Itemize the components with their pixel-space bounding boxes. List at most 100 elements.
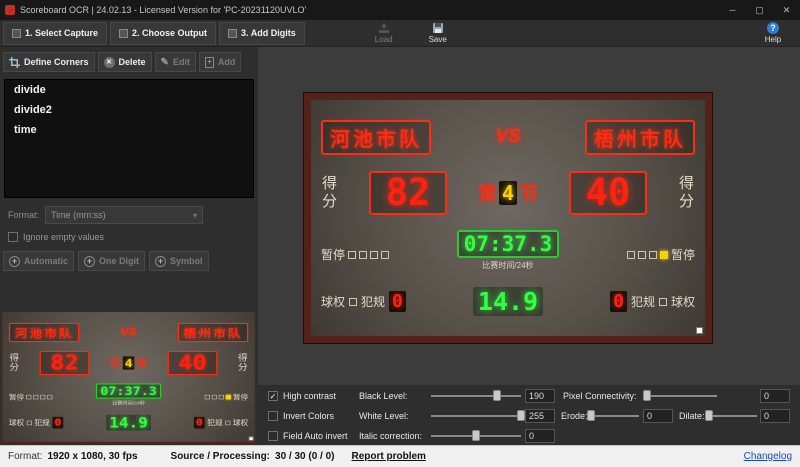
format-row: Format: Time (mm:ss) ▾ bbox=[0, 198, 258, 224]
home-fouls-label: 犯规 bbox=[34, 419, 50, 427]
add-digits-button[interactable]: 3. Add Digits bbox=[219, 21, 305, 45]
vs-label: VS bbox=[120, 326, 137, 338]
left-panel: Define Corners ✕ Delete ✎ Edit + Add div… bbox=[0, 47, 258, 445]
period-number: 4 bbox=[498, 180, 517, 205]
scoreboard-photo[interactable]: 河池市队 VS 梧州市队 得分 82 第 4 节 40 得分 暂停 07:37.… bbox=[304, 93, 712, 343]
away-pause-label: 暂停 bbox=[232, 393, 249, 402]
possession-indicator bbox=[26, 420, 32, 425]
fouls-row: 球权 犯规 0 14.9 0 犯规 球权 bbox=[9, 414, 248, 431]
score-row: 得分 82 第 4 节 40 得分 bbox=[321, 170, 695, 215]
timeout-indicator bbox=[637, 250, 646, 259]
digits-icon bbox=[228, 28, 238, 38]
chevron-down-icon: ▾ bbox=[193, 210, 198, 220]
pixel-connectivity-label: Pixel Connectivity: bbox=[563, 390, 637, 401]
plus-icon: + bbox=[155, 255, 167, 267]
pixel-connectivity-slider[interactable] bbox=[643, 389, 717, 403]
list-item[interactable]: divide2 bbox=[5, 100, 253, 120]
home-timeouts: 暂停 bbox=[321, 246, 390, 263]
ignore-empty-row: Ignore empty values bbox=[0, 224, 258, 242]
erode-slider[interactable] bbox=[587, 409, 639, 423]
symbol-button[interactable]: + Symbol bbox=[149, 251, 209, 271]
fouls-row: 球权 犯规 0 14.9 0 犯规 球权 bbox=[321, 287, 695, 317]
help-icon: ? bbox=[767, 22, 779, 34]
define-corners-button[interactable]: Define Corners bbox=[3, 52, 95, 72]
timeout-indicator bbox=[648, 250, 657, 259]
home-fouls-value: 0 bbox=[52, 416, 64, 429]
save-button[interactable]: Save bbox=[417, 20, 459, 46]
team-row: 河池市队 VS 梧州市队 bbox=[8, 322, 249, 342]
possession-indicator bbox=[349, 297, 358, 306]
region-handle[interactable] bbox=[696, 327, 703, 334]
field-auto-invert-checkbox[interactable] bbox=[268, 430, 278, 441]
away-fouls-label: 犯规 bbox=[630, 295, 655, 310]
timeout-indicator bbox=[47, 394, 53, 400]
scoreboard: 河池市队 VS 梧州市队 得分 82 第 4 节 40 得分 暂停 07:37.… bbox=[2, 312, 255, 442]
select-capture-button[interactable]: 1. Select Capture bbox=[3, 21, 108, 45]
load-button[interactable]: Load bbox=[363, 20, 405, 46]
dilate-slider[interactable] bbox=[705, 409, 757, 423]
list-item[interactable]: divide bbox=[5, 80, 253, 100]
processing-controls: ✓ High contrast Black Level: 190 Pixel C… bbox=[258, 385, 800, 445]
vs-label: VS bbox=[495, 126, 521, 148]
maximize-button[interactable]: ▢ bbox=[746, 0, 773, 20]
away-fouls-value: 0 bbox=[610, 291, 627, 313]
clock-row: 暂停 07:37.3 比赛时间/24秒 暂停 bbox=[321, 230, 695, 271]
report-problem-link[interactable]: Report problem bbox=[352, 451, 426, 462]
home-fouls-value: 0 bbox=[389, 291, 406, 313]
choose-output-button[interactable]: 2. Choose Output bbox=[110, 21, 217, 45]
italic-correction-slider[interactable] bbox=[431, 429, 521, 443]
team-row: 河池市队 VS 梧州市队 bbox=[321, 119, 695, 155]
automatic-button[interactable]: + Automatic bbox=[3, 251, 75, 271]
possession-indicator bbox=[225, 420, 231, 425]
white-level-slider[interactable] bbox=[431, 409, 525, 423]
close-button[interactable]: ✕ bbox=[773, 0, 800, 20]
black-level-slider[interactable] bbox=[431, 389, 521, 403]
timeout-indicator bbox=[359, 250, 368, 259]
italic-correction-label: Italic correction: bbox=[359, 430, 423, 441]
period-number: 4 bbox=[122, 356, 135, 370]
ignore-empty-checkbox[interactable] bbox=[8, 232, 18, 242]
save-icon bbox=[432, 23, 443, 33]
delete-icon: ✕ bbox=[103, 56, 115, 68]
edit-button[interactable]: ✎ Edit bbox=[154, 52, 196, 72]
home-team-name: 河池市队 bbox=[8, 322, 80, 342]
home-fouls-group: 球权 犯规 0 bbox=[9, 416, 64, 429]
dilate-value: 0 bbox=[760, 408, 790, 423]
scoreboard-photo[interactable]: 河池市队 VS 梧州市队 得分 82 第 4 节 40 得分 暂停 07:37.… bbox=[1, 312, 256, 443]
region-list[interactable]: divide divide2 time bbox=[4, 79, 254, 198]
main-canvas: 河池市队 VS 梧州市队 得分 82 第 4 节 40 得分 暂停 07:37.… bbox=[258, 47, 800, 385]
period-suffix: 节 bbox=[135, 358, 148, 370]
away-score-label: 得分 bbox=[237, 353, 248, 373]
minimize-button[interactable]: ─ bbox=[719, 0, 746, 20]
away-fouls-group: 0 犯规 球权 bbox=[193, 416, 248, 429]
changelog-link[interactable]: Changelog bbox=[744, 451, 792, 462]
away-score-label: 得分 bbox=[678, 175, 694, 210]
away-fouls-label: 犯规 bbox=[207, 419, 223, 427]
home-score: 82 bbox=[39, 350, 90, 375]
format-dropdown[interactable]: Time (mm:ss) ▾ bbox=[45, 206, 204, 224]
home-score: 82 bbox=[368, 170, 447, 215]
status-source-value: 30 / 30 (0 / 0) bbox=[275, 451, 335, 462]
help-button[interactable]: ? Help bbox=[752, 20, 794, 46]
timeout-indicator bbox=[40, 394, 46, 400]
plus-icon: + bbox=[9, 255, 20, 267]
high-contrast-checkbox[interactable]: ✓ bbox=[268, 390, 278, 401]
capture-icon bbox=[12, 28, 21, 38]
timeout-indicator bbox=[33, 394, 39, 400]
status-format-value: 1920 x 1080, 30 fps bbox=[47, 451, 138, 462]
controls-row-3: Field Auto invert Italic correction: 0 bbox=[258, 426, 800, 445]
output-icon bbox=[119, 28, 129, 38]
timeout-indicator-lit bbox=[225, 394, 231, 400]
add-button[interactable]: + Add bbox=[198, 52, 242, 72]
one-digit-button[interactable]: + One Digit bbox=[78, 251, 146, 271]
shot-clock: 14.9 bbox=[106, 414, 152, 431]
delete-button[interactable]: ✕ Delete bbox=[97, 52, 152, 72]
region-handle[interactable] bbox=[248, 436, 254, 441]
list-item[interactable]: time bbox=[5, 120, 253, 140]
timeout-indicator bbox=[370, 250, 379, 259]
game-clock-group: 07:37.3 比赛时间/24秒 bbox=[456, 230, 560, 271]
invert-colors-checkbox[interactable] bbox=[268, 410, 278, 421]
pixel-connectivity-value: 0 bbox=[760, 388, 790, 403]
plus-icon: + bbox=[84, 255, 96, 267]
clock-caption: 比赛时间/24秒 bbox=[112, 400, 145, 406]
